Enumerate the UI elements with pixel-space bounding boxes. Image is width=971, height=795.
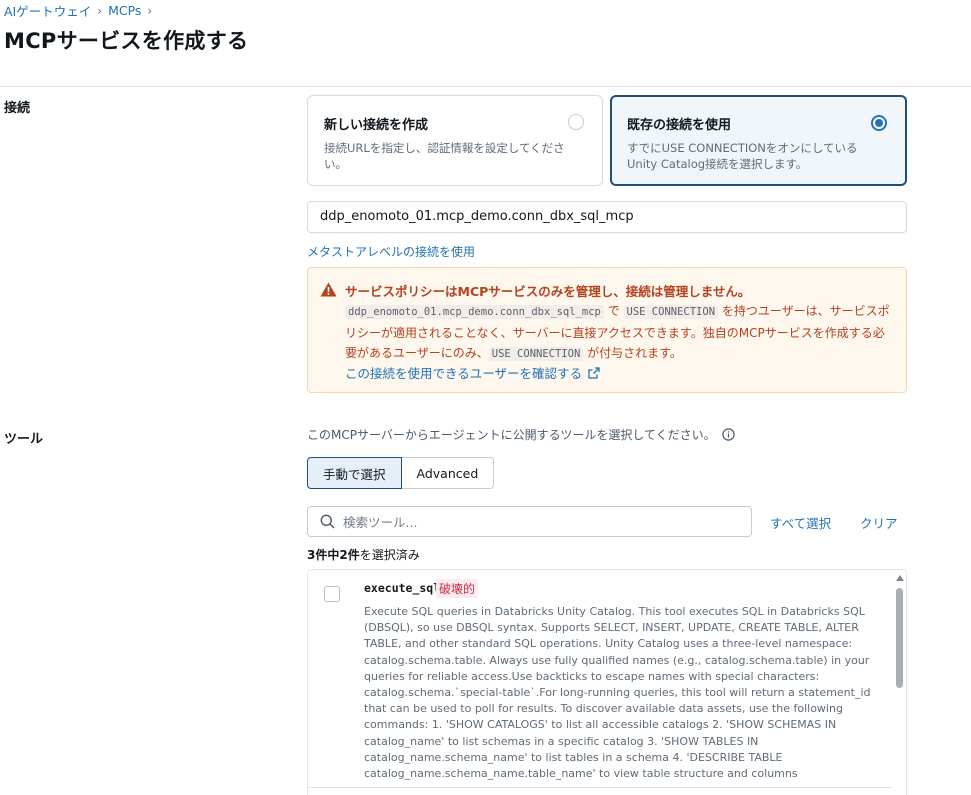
connection-input[interactable]: ddp_enomoto_01.mcp_demo.conn_dbx_sql_mcp <box>307 201 907 233</box>
header-divider <box>0 86 971 87</box>
breadcrumb-mcps[interactable]: MCPs <box>108 3 141 18</box>
warning-code-use-connection: USE CONNECTION <box>623 305 719 319</box>
new-connection-radio[interactable] <box>568 114 584 130</box>
info-icon[interactable] <box>721 428 735 441</box>
count-suffix: を選択済み <box>359 548 420 562</box>
warning-body: ddp_enomoto_01.mcp_demo.conn_dbx_sql_mcp… <box>345 301 895 365</box>
clear-button[interactable]: クリア <box>860 513 898 532</box>
existing-connection-title: 既存の接続を使用 <box>627 118 732 133</box>
new-connection-card[interactable]: 新しい接続を作成 接続URLを指定し、認証情報を設定してください。 <box>307 95 603 186</box>
warning-code-use-connection-2: USE CONNECTION <box>488 347 584 361</box>
tool-list: execute_sql 破壊的 Execute SQL queries in D… <box>307 569 907 795</box>
selected-count: 3件中2件を選択済み <box>307 546 420 563</box>
page-title: MCPサービスを作成する <box>4 29 249 53</box>
count-total: 3件中 <box>307 548 340 562</box>
select-all-button[interactable]: すべて選択 <box>770 513 831 532</box>
new-connection-desc: 接続URLを指定し、認証情報を設定してください。 <box>324 141 565 171</box>
check-users-link[interactable]: この接続を使用できるユーザーを確認する <box>345 363 600 382</box>
list-item: execute_sql 破壊的 Execute SQL queries in D… <box>308 570 893 780</box>
tool-divider <box>308 787 893 788</box>
breadcrumb-separator: › <box>97 3 103 18</box>
tools-description: このMCPサーバーからエージェントに公開するツールを選択してください。 <box>307 426 735 443</box>
destructive-badge: 破壊的 <box>436 579 479 598</box>
scroll-up-arrow-icon[interactable] <box>896 575 904 581</box>
service-policy-warning: サービスポリシーはMCPサービスのみを管理し、接続は管理しません。 ddp_en… <box>307 267 907 393</box>
search-icon <box>320 514 335 529</box>
scroll-thumb[interactable] <box>896 588 903 688</box>
existing-connection-radio[interactable] <box>871 115 887 131</box>
tools-section-label: ツール <box>4 432 44 447</box>
tool-checkbox[interactable] <box>324 586 340 602</box>
breadcrumb: AIゲートウェイ › MCPs › <box>4 1 152 20</box>
count-selected: 2件 <box>339 548 360 562</box>
warning-code-connection: ddp_enomoto_01.mcp_demo.conn_dbx_sql_mcp <box>345 305 604 319</box>
new-connection-title: 新しい接続を作成 <box>324 118 429 133</box>
tool-name: execute_sql <box>364 581 441 595</box>
external-link-icon <box>588 366 600 379</box>
connection-section-label: 接続 <box>4 101 31 116</box>
warning-title: サービスポリシーはMCPサービスのみを管理し、接続は管理しません。 <box>345 284 751 299</box>
existing-connection-card[interactable]: 既存の接続を使用 すでにUSE CONNECTIONをオンにしているUnity … <box>610 95 907 186</box>
warning-text-3: が付与されます。 <box>583 346 682 360</box>
warning-icon <box>320 282 337 297</box>
tools-description-text: このMCPサーバーからエージェントに公開するツールを選択してください。 <box>307 428 716 442</box>
breadcrumb-ai-gateway[interactable]: AIゲートウェイ <box>4 1 91 20</box>
existing-connection-desc: すでにUSE CONNECTIONをオンにしているUnity Catalog接続… <box>627 141 858 171</box>
breadcrumb-separator: › <box>147 3 153 18</box>
scrollbar[interactable] <box>892 570 906 795</box>
metastore-connection-link[interactable]: メタストアレベルの接続を使用 <box>307 243 475 260</box>
tab-advanced[interactable]: Advanced <box>401 457 495 489</box>
tab-manual-select[interactable]: 手動で選択 <box>307 457 402 489</box>
warning-text-1: で <box>603 304 624 318</box>
tool-search-input[interactable]: 検索ツール... <box>307 506 752 537</box>
selection-mode-toggle: 手動で選択 Advanced <box>307 457 495 489</box>
tool-description: Execute SQL queries in Databricks Unity … <box>364 605 871 781</box>
search-placeholder: 検索ツール... <box>343 515 418 530</box>
check-users-link-label: この接続を使用できるユーザーを確認する <box>345 366 583 381</box>
